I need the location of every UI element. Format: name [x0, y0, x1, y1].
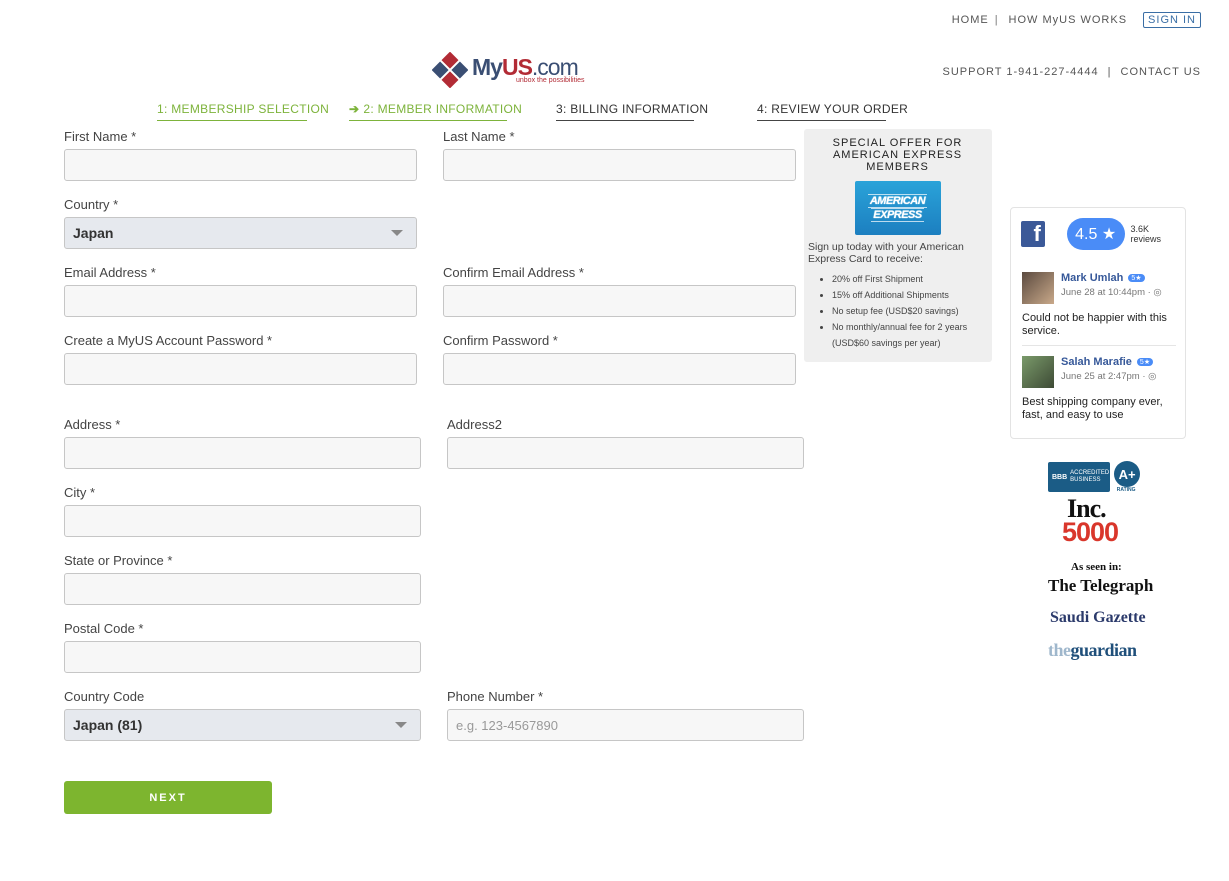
- country-code-select[interactable]: Japan (81): [64, 709, 421, 741]
- bbb-accredited-logo: BBB ACCREDITED BUSINESS: [1048, 462, 1111, 492]
- offer-benefit: No setup fee (USD$20 savings): [832, 303, 987, 319]
- step-member-information[interactable]: ➔ 2: MEMBER INFORMATION: [349, 102, 522, 121]
- step-membership-selection[interactable]: 1: MEMBERSHIP SELECTION: [157, 102, 329, 121]
- first-name-input[interactable]: [64, 149, 417, 181]
- offer-intro: Sign up today with your American Express…: [808, 241, 964, 265]
- offer-benefit: No monthly/annual fee for 2 years (USD$6…: [832, 319, 987, 351]
- amex-offer-panel: SPECIAL OFFER FOR AMERICAN EXPRESS MEMBE…: [804, 129, 992, 362]
- avatar: [1022, 356, 1054, 388]
- sign-in-button[interactable]: SIGN IN: [1143, 12, 1201, 28]
- avatar: [1022, 272, 1054, 304]
- country-select[interactable]: Japan: [64, 217, 417, 249]
- address2-label: Address2: [447, 417, 502, 432]
- review-date: June 25 at 2:47pm · ◎: [1061, 371, 1157, 382]
- review-text: Could not be happier with this service.: [1022, 312, 1167, 337]
- logo-mark-icon: [432, 52, 468, 88]
- address-input[interactable]: [64, 437, 421, 469]
- last-name-input[interactable]: [443, 149, 796, 181]
- reviewer-name[interactable]: Mark Umlah: [1061, 272, 1123, 284]
- offer-benefit: 15% off Additional Shipments: [832, 287, 987, 303]
- last-name-label: Last Name *: [443, 129, 515, 144]
- amex-card-logo: AMERICAN EXPRESS: [854, 181, 941, 235]
- postal-code-input[interactable]: [64, 641, 421, 673]
- address2-input[interactable]: [447, 437, 804, 469]
- review-count: 3.6K reviews: [1130, 224, 1162, 244]
- support-phone[interactable]: SUPPORT 1-941-227-4444: [943, 66, 1099, 78]
- state-input[interactable]: [64, 573, 421, 605]
- confirm-email-label: Confirm Email Address *: [443, 265, 584, 280]
- phone-input[interactable]: e.g. 123-4567890: [447, 709, 804, 741]
- review-date: June 28 at 10:44pm · ◎: [1061, 287, 1162, 298]
- phone-label: Phone Number *: [447, 689, 544, 704]
- inc-5000-logo: 5000: [1062, 517, 1119, 547]
- bbb-rating-badge: A+: [1114, 461, 1141, 487]
- password-input[interactable]: [64, 353, 417, 385]
- offer-benefit: 20% off First Shipment: [832, 271, 987, 287]
- address-label: Address *: [64, 417, 121, 432]
- bbb-rating-label: RATING: [1116, 487, 1136, 493]
- checkout-steps: 1: MEMBERSHIP SELECTION ➔ 2: MEMBER INFOR…: [0, 102, 1229, 122]
- country-select-value: Japan: [73, 225, 114, 241]
- email-label: Email Address *: [64, 265, 156, 280]
- chevron-down-icon: [395, 722, 407, 728]
- offer-benefits-list: 20% off First Shipment 15% off Additiona…: [808, 271, 987, 351]
- postal-code-label: Postal Code *: [64, 621, 144, 636]
- country-label: Country *: [64, 197, 119, 212]
- bbb-badge: BBB ACCREDITED BUSINESS A+ RATING: [1048, 461, 1141, 493]
- confirm-password-input[interactable]: [443, 353, 796, 385]
- first-name-label: First Name *: [64, 129, 137, 144]
- top-nav: HOME | HOW MyUS WORKS SIGN IN: [952, 12, 1201, 28]
- password-label: Create a MyUS Account Password *: [64, 333, 273, 348]
- nav-separator: |: [994, 14, 999, 26]
- star-badge: 5★: [1128, 274, 1145, 282]
- star-badge: 5★: [1136, 358, 1154, 366]
- telegraph-logo: The Telegraph: [1048, 576, 1154, 595]
- guardian-logo: theguardian: [1048, 640, 1137, 660]
- next-button[interactable]: NEXT: [64, 781, 272, 814]
- confirm-email-input[interactable]: [443, 285, 796, 317]
- state-label: State or Province *: [64, 553, 173, 568]
- country-code-label: Country Code: [64, 689, 145, 704]
- email-input[interactable]: [64, 285, 417, 317]
- country-code-value: Japan (81): [73, 717, 143, 733]
- city-label: City *: [64, 485, 96, 500]
- nav-home-link[interactable]: HOME: [952, 14, 989, 26]
- review-item[interactable]: Salah Marafie 5★ June 25 at 2:47pm · ◎ Be…: [1022, 356, 1176, 422]
- review-item[interactable]: Mark Umlah 5★ June 28 at 10:44pm · ◎ Coul…: [1022, 272, 1176, 338]
- saudi-gazette-logo: Saudi Gazette: [1050, 609, 1146, 626]
- facebook-icon: f: [1021, 221, 1045, 247]
- step-billing-information[interactable]: 3: BILLING INFORMATION: [556, 102, 708, 121]
- review-divider: [1022, 345, 1176, 346]
- city-input[interactable]: [64, 505, 421, 537]
- offer-title: SPECIAL OFFER FOR AMERICAN EXPRESS MEMBE…: [832, 137, 963, 173]
- facebook-reviews-widget[interactable]: f 4.5 ★ 3.6K reviews Mark Umlah 5★ June 2…: [1010, 207, 1186, 439]
- review-text: Best shipping company ever, fast, and ea…: [1022, 396, 1163, 421]
- reviewer-name[interactable]: Salah Marafie: [1061, 356, 1132, 368]
- myus-logo[interactable]: MyUS.com unbox the possibilities: [432, 52, 585, 88]
- support-separator: |: [1107, 66, 1112, 78]
- logo-tagline: unbox the possibilities: [516, 77, 585, 84]
- contact-us-link[interactable]: CONTACT US: [1121, 66, 1202, 78]
- support-bar: SUPPORT 1-941-227-4444 | CONTACT US: [943, 66, 1201, 78]
- logo-wordmark: MyUS.com: [472, 54, 579, 80]
- step-review-order[interactable]: 4: REVIEW YOUR ORDER: [757, 102, 908, 121]
- as-seen-in-label: As seen in:: [1071, 561, 1122, 573]
- nav-how-it-works-link[interactable]: HOW MyUS WORKS: [1009, 14, 1128, 26]
- chevron-down-icon: [391, 230, 403, 236]
- confirm-password-label: Confirm Password *: [443, 333, 558, 348]
- facebook-rating: 4.5 ★: [1066, 218, 1125, 250]
- arrow-right-icon: ➔: [349, 102, 360, 116]
